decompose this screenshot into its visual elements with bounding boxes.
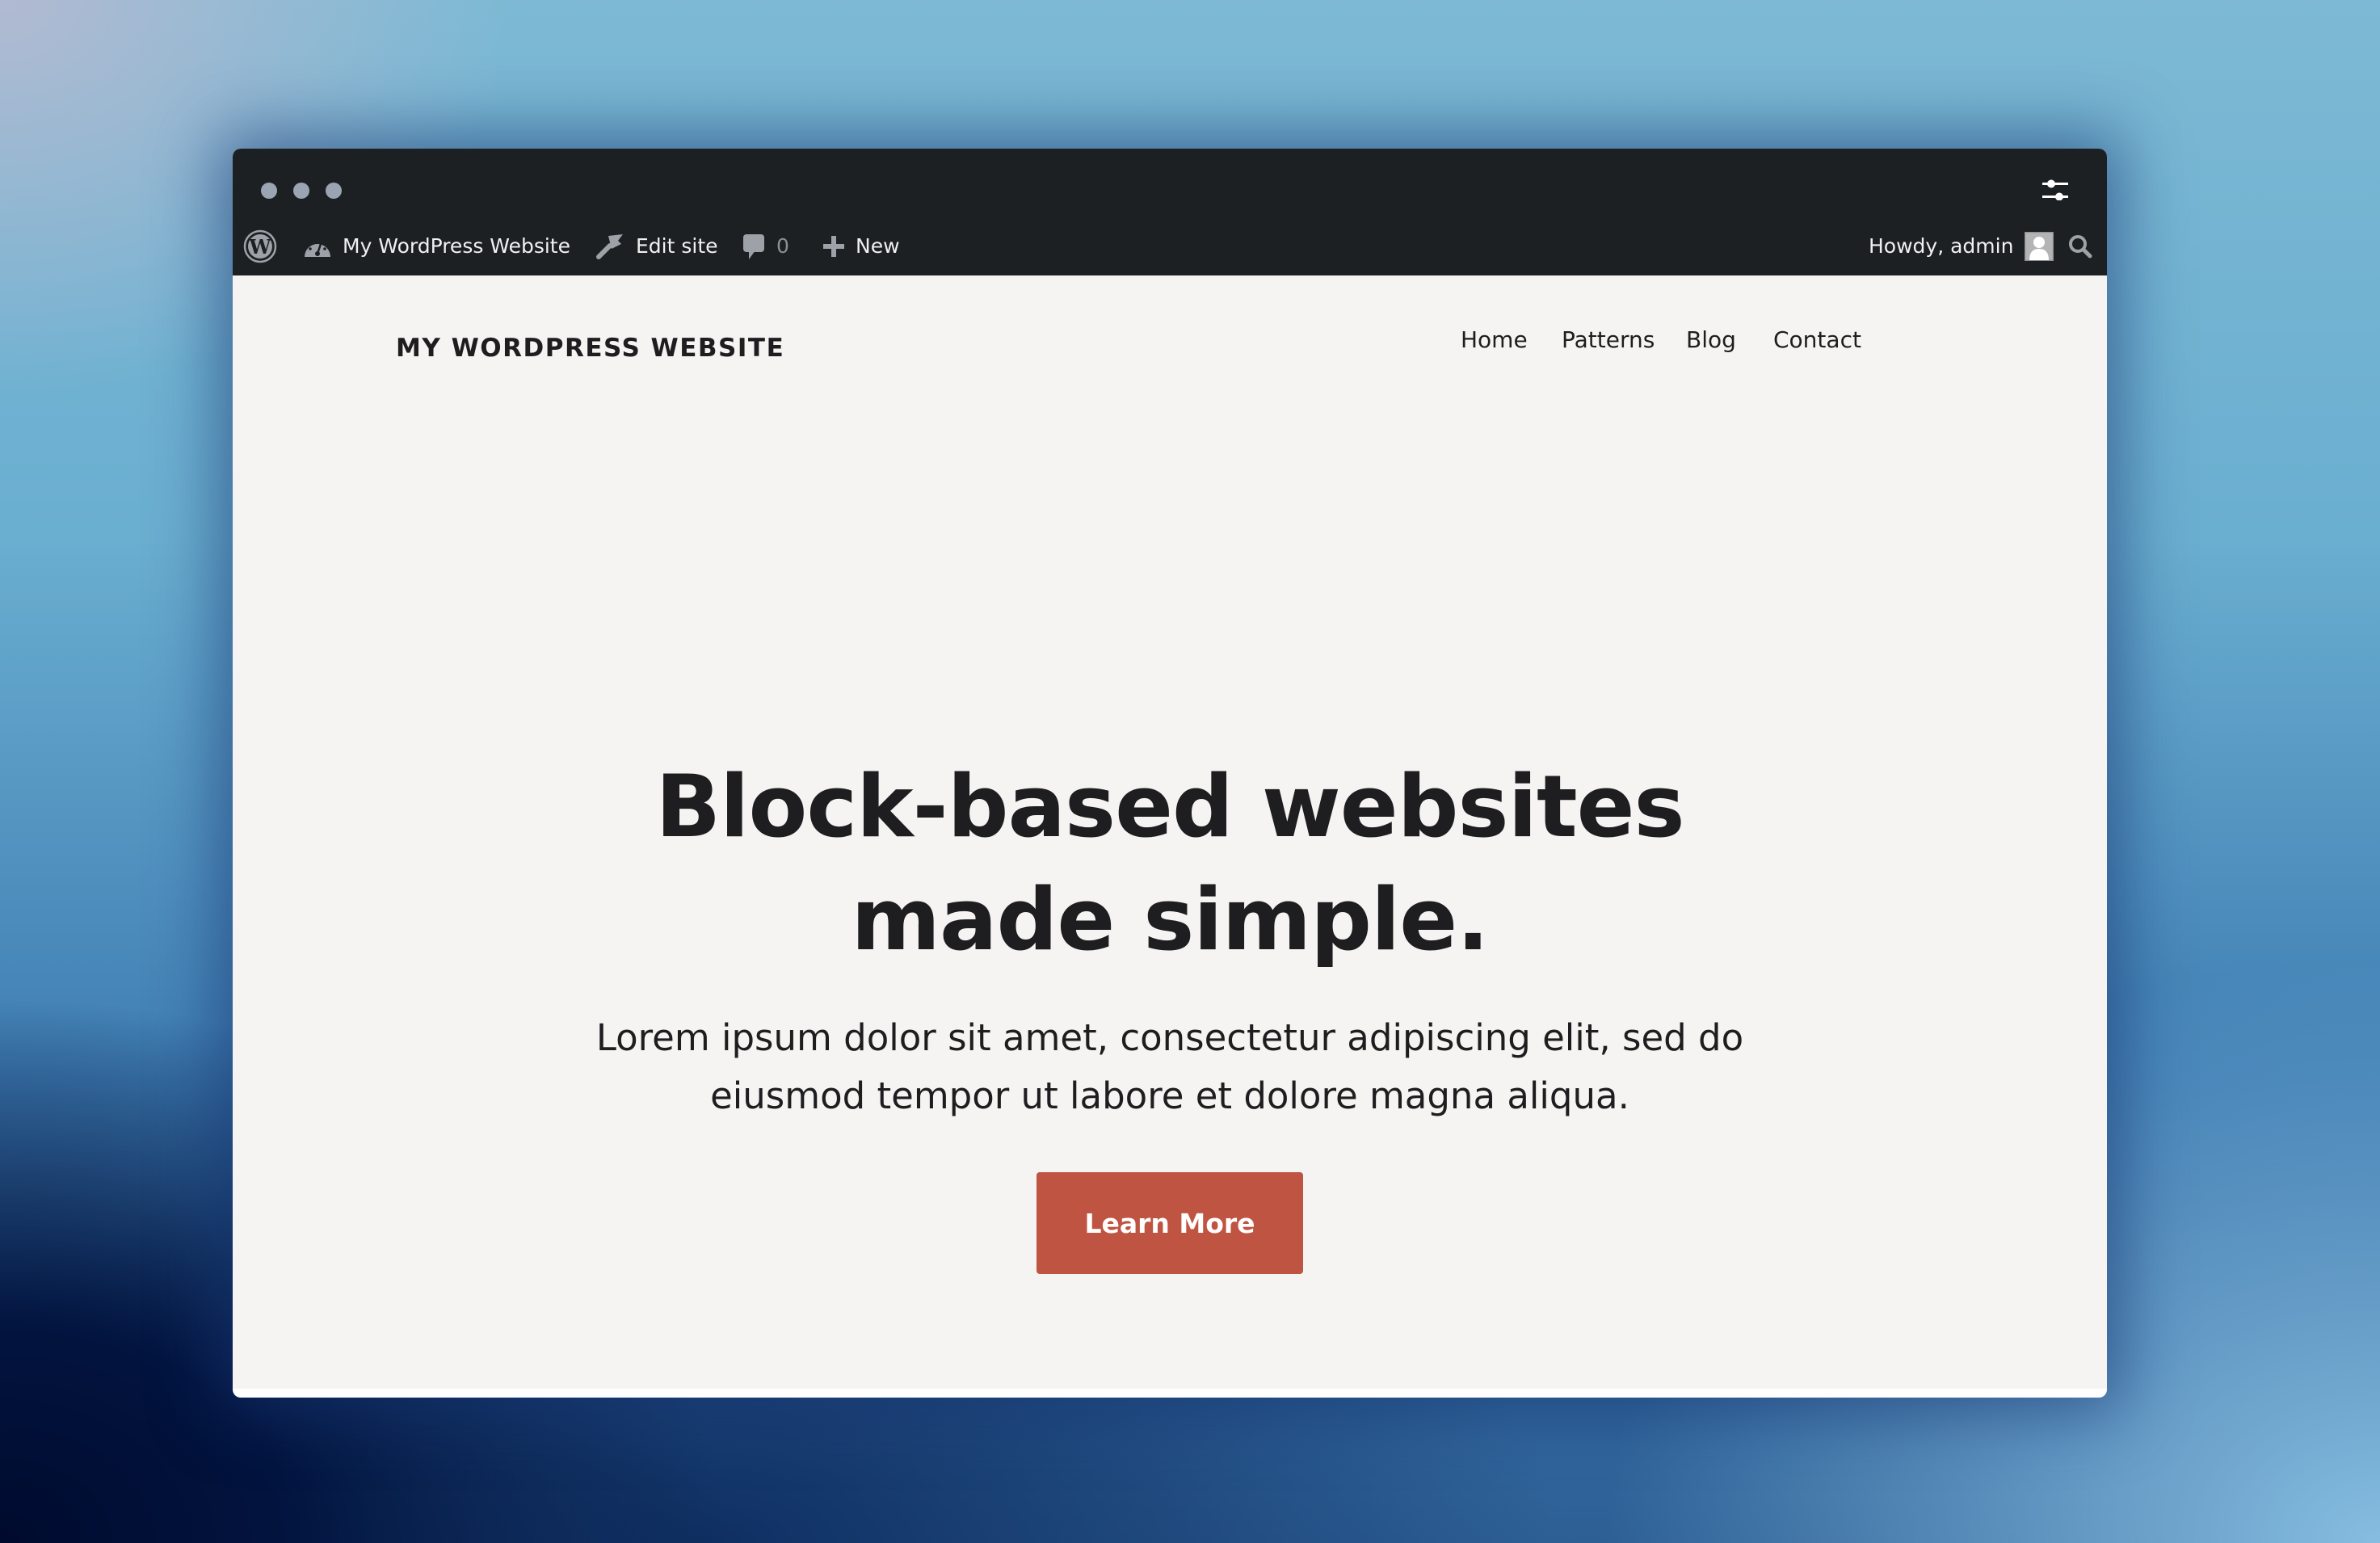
window-dot-icon[interactable] bbox=[293, 183, 309, 199]
wp-admin-bar: W My WordPress Website Edit site 0 New H… bbox=[233, 217, 2107, 275]
hero-heading-line-1: Block-based websites bbox=[655, 757, 1684, 856]
new-label: New bbox=[856, 234, 900, 258]
window-dot-icon[interactable] bbox=[326, 183, 342, 199]
comment-bubble-icon bbox=[743, 233, 764, 259]
nav-item-patterns[interactable]: Patterns bbox=[1562, 326, 1655, 353]
search-icon bbox=[2069, 234, 2092, 258]
admin-bar-site-name[interactable]: My WordPress Website bbox=[304, 217, 570, 275]
nav-item-contact[interactable]: Contact bbox=[1773, 326, 1861, 353]
site-page: My WordPress Website Home Patterns Blog … bbox=[233, 275, 2107, 1389]
admin-bar-new[interactable]: New bbox=[823, 217, 900, 275]
hero-heading-line-2: made simple. bbox=[851, 870, 1490, 969]
site-navigation: Home Patterns Blog Contact bbox=[233, 326, 2107, 359]
greeting-label: Howdy, admin bbox=[1869, 234, 2014, 258]
window-titlebar bbox=[233, 149, 2107, 217]
admin-bar-edit-site[interactable]: Edit site bbox=[594, 217, 718, 275]
admin-bar-my-account[interactable]: Howdy, admin bbox=[1869, 217, 2054, 275]
edit-site-label: Edit site bbox=[636, 234, 718, 258]
plus-icon bbox=[823, 235, 844, 257]
comments-count: 0 bbox=[776, 234, 789, 258]
dashboard-gauge-icon bbox=[305, 240, 330, 257]
sliders-icon bbox=[2042, 179, 2068, 201]
wordpress-logo-icon: W bbox=[243, 229, 277, 263]
browser-window: W My WordPress Website Edit site 0 New H… bbox=[233, 149, 2107, 1398]
admin-bar-comments[interactable]: 0 bbox=[742, 217, 789, 275]
hero-paragraph-line-1: Lorem ipsum dolor sit amet, consectetur … bbox=[595, 1016, 1744, 1059]
site-name-label: My WordPress Website bbox=[343, 234, 570, 258]
brush-icon bbox=[596, 233, 623, 259]
hero-paragraph: Lorem ipsum dolor sit amet, consectetur … bbox=[233, 1009, 2107, 1125]
hero-paragraph-line-2: eiusmod tempor ut labore et dolore magna… bbox=[710, 1074, 1629, 1117]
hero-heading: Block-based websites made simple. bbox=[233, 750, 2107, 977]
nav-item-blog[interactable]: Blog bbox=[1686, 326, 1736, 353]
svg-text:W: W bbox=[249, 235, 272, 259]
wp-logo-menu[interactable]: W bbox=[243, 217, 277, 275]
nav-item-home[interactable]: Home bbox=[1461, 326, 1528, 353]
settings-button[interactable] bbox=[2041, 176, 2070, 201]
window-dot-icon[interactable] bbox=[261, 183, 277, 199]
learn-more-button[interactable]: Learn More bbox=[1037, 1172, 1303, 1274]
user-avatar-icon bbox=[2025, 231, 2054, 261]
admin-bar-search[interactable] bbox=[2068, 217, 2092, 275]
